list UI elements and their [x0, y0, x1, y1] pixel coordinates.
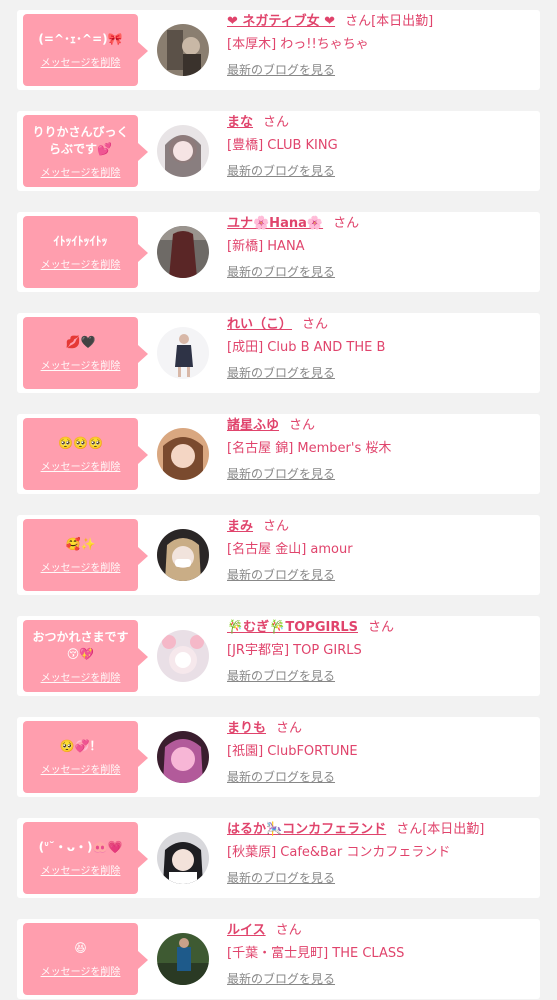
delete-message-link[interactable]: メッセージを削除 [41, 256, 121, 271]
message-bubble: りりかさんびっくらぶです💕 メッセージを削除 [23, 115, 148, 187]
delete-message-link[interactable]: メッセージを削除 [41, 357, 121, 372]
avatar[interactable] [157, 731, 209, 783]
list-item: りりかさんびっくらぶです💕 メッセージを削除 まな さん [豊橋] CLUB KI… [17, 111, 540, 191]
message-bubble: (=^･ｪ･^=)🎀 メッセージを削除 [23, 14, 148, 86]
avatar[interactable] [157, 226, 209, 278]
cast-name-link[interactable]: ルイス [227, 923, 266, 938]
message-text: (=^･ｪ･^=)🎀 [38, 32, 123, 46]
avatar[interactable] [157, 327, 209, 379]
avatar[interactable] [157, 933, 209, 985]
latest-blog-link[interactable]: 最新のブログを見る [227, 768, 335, 785]
shop-label: [本厚木] わっ!!ちゃちゃ [227, 37, 369, 52]
shop-label: [豊橋] CLUB KING [227, 138, 338, 153]
list-item: 🥰✨ メッセージを削除 まみ さん [名古屋 金山] amour 最新のブログを見… [17, 515, 540, 595]
honorific: さん [275, 923, 302, 938]
latest-blog-link[interactable]: 最新のブログを見る [227, 162, 335, 179]
message-bubble: (ᐡ˘・ᴗ・)🐽💗 メッセージを削除 [23, 822, 148, 894]
avatar[interactable] [157, 24, 209, 76]
shop-label: [成田] Club B AND THE B [227, 340, 386, 355]
cast-name-link[interactable]: ❤︎ ネガティブ女 ❤︎ [227, 14, 335, 29]
avatar[interactable] [157, 428, 209, 480]
list-item: (=^･ｪ･^=)🎀 メッセージを削除 ❤︎ ネガティブ女 ❤︎ さん[本日出勤]… [17, 10, 540, 90]
list-item: おつかれさまです😚💖 メッセージを削除 🎋むぎ🎋TOPGIRLS さん [JR宇都… [17, 616, 540, 696]
latest-blog-link[interactable]: 最新のブログを見る [227, 263, 335, 280]
cast-name-link[interactable]: 🎋むぎ🎋TOPGIRLS [227, 620, 358, 635]
honorific: さん[本日出勤] [396, 822, 485, 837]
honorific: さん [263, 115, 290, 130]
honorific: さん [302, 317, 329, 332]
message-text: ｲﾄｯｲﾄｯｲﾄｯ [53, 234, 108, 248]
shop-label: [千葉・富士見町] THE CLASS [227, 946, 405, 961]
message-text: 🥺🥺🥺 [58, 436, 103, 450]
message-bubble: 🥺🥺🥺 メッセージを削除 [23, 418, 148, 490]
delete-message-link[interactable]: メッセージを削除 [41, 669, 121, 684]
latest-blog-link[interactable]: 最新のブログを見る [227, 970, 335, 987]
latest-blog-link[interactable]: 最新のブログを見る [227, 61, 335, 78]
list-item: 🥺🥺🥺 メッセージを削除 諸星ふゆ さん [名古屋 錦] Member's 桜木 … [17, 414, 540, 494]
list-item: 💋🖤 メッセージを削除 れい（こ） さん [成田] Club B AND THE … [17, 313, 540, 393]
delete-message-link[interactable]: メッセージを削除 [41, 761, 121, 776]
message-bubble: 🥺💞！ メッセージを削除 [23, 721, 148, 793]
cast-name-link[interactable]: 諸星ふゆ [227, 418, 279, 433]
message-text: 😆 [74, 941, 87, 955]
cast-name-link[interactable]: はるか🎠コンカフェランド [227, 822, 386, 837]
cast-name-link[interactable]: まな [227, 115, 253, 130]
cast-name-link[interactable]: ユナ🌸Hana🌸 [227, 216, 323, 231]
avatar[interactable] [157, 630, 209, 682]
cast-name-link[interactable]: れい（こ） [227, 317, 292, 332]
message-list: (=^･ｪ･^=)🎀 メッセージを削除 ❤︎ ネガティブ女 ❤︎ さん[本日出勤]… [0, 0, 557, 1000]
delete-message-link[interactable]: メッセージを削除 [41, 54, 121, 69]
honorific: さん[本日出勤] [345, 14, 434, 29]
message-bubble: 🥰✨ メッセージを削除 [23, 519, 148, 591]
message-text: (ᐡ˘・ᴗ・)🐽💗 [38, 840, 123, 854]
message-text: 🥰✨ [65, 537, 96, 551]
message-bubble: ｲﾄｯｲﾄｯｲﾄｯ メッセージを削除 [23, 216, 148, 288]
delete-message-link[interactable]: メッセージを削除 [41, 862, 121, 877]
honorific: さん [367, 620, 394, 635]
honorific: さん [289, 418, 316, 433]
shop-label: [秋葉原] Cafe&Bar コンカフェランド [227, 845, 451, 860]
list-item: ｲﾄｯｲﾄｯｲﾄｯ メッセージを削除 ユナ🌸Hana🌸 さん [新橋] HANA … [17, 212, 540, 292]
message-text: 💋🖤 [65, 335, 96, 349]
avatar[interactable] [157, 125, 209, 177]
avatar[interactable] [157, 529, 209, 581]
list-item: (ᐡ˘・ᴗ・)🐽💗 メッセージを削除 はるか🎠コンカフェランド さん[本日出勤] … [17, 818, 540, 898]
latest-blog-link[interactable]: 最新のブログを見る [227, 869, 335, 886]
cast-name-link[interactable]: まみ [227, 519, 253, 534]
message-text: りりかさんびっくらぶです💕 [32, 124, 129, 156]
message-text: 🥺💞！ [59, 739, 102, 753]
latest-blog-link[interactable]: 最新のブログを見る [227, 667, 335, 684]
avatar[interactable] [157, 832, 209, 884]
message-bubble: 💋🖤 メッセージを削除 [23, 317, 148, 389]
honorific: さん [276, 721, 303, 736]
shop-label: [新橋] HANA [227, 239, 305, 254]
honorific: さん [263, 519, 290, 534]
shop-label: [祇園] ClubFORTUNE [227, 744, 358, 759]
delete-message-link[interactable]: メッセージを削除 [41, 164, 121, 179]
shop-label: [名古屋 金山] amour [227, 542, 353, 557]
shop-label: [JR宇都宮] TOP GIRLS [227, 643, 362, 658]
list-item: 😆 メッセージを削除 ルイス さん [千葉・富士見町] THE CLASS 最新の… [17, 919, 540, 999]
list-item: 🥺💞！ メッセージを削除 まりも さん [祇園] ClubFORTUNE 最新のブ… [17, 717, 540, 797]
cast-name-link[interactable]: まりも [227, 721, 266, 736]
latest-blog-link[interactable]: 最新のブログを見る [227, 566, 335, 583]
shop-label: [名古屋 錦] Member's 桜木 [227, 441, 392, 456]
delete-message-link[interactable]: メッセージを削除 [41, 963, 121, 978]
latest-blog-link[interactable]: 最新のブログを見る [227, 364, 335, 381]
delete-message-link[interactable]: メッセージを削除 [41, 458, 121, 473]
delete-message-link[interactable]: メッセージを削除 [41, 559, 121, 574]
message-text: おつかれさまです😚💖 [32, 629, 129, 661]
latest-blog-link[interactable]: 最新のブログを見る [227, 465, 335, 482]
message-bubble: 😆 メッセージを削除 [23, 923, 148, 995]
honorific: さん [333, 216, 360, 231]
message-bubble: おつかれさまです😚💖 メッセージを削除 [23, 620, 148, 692]
